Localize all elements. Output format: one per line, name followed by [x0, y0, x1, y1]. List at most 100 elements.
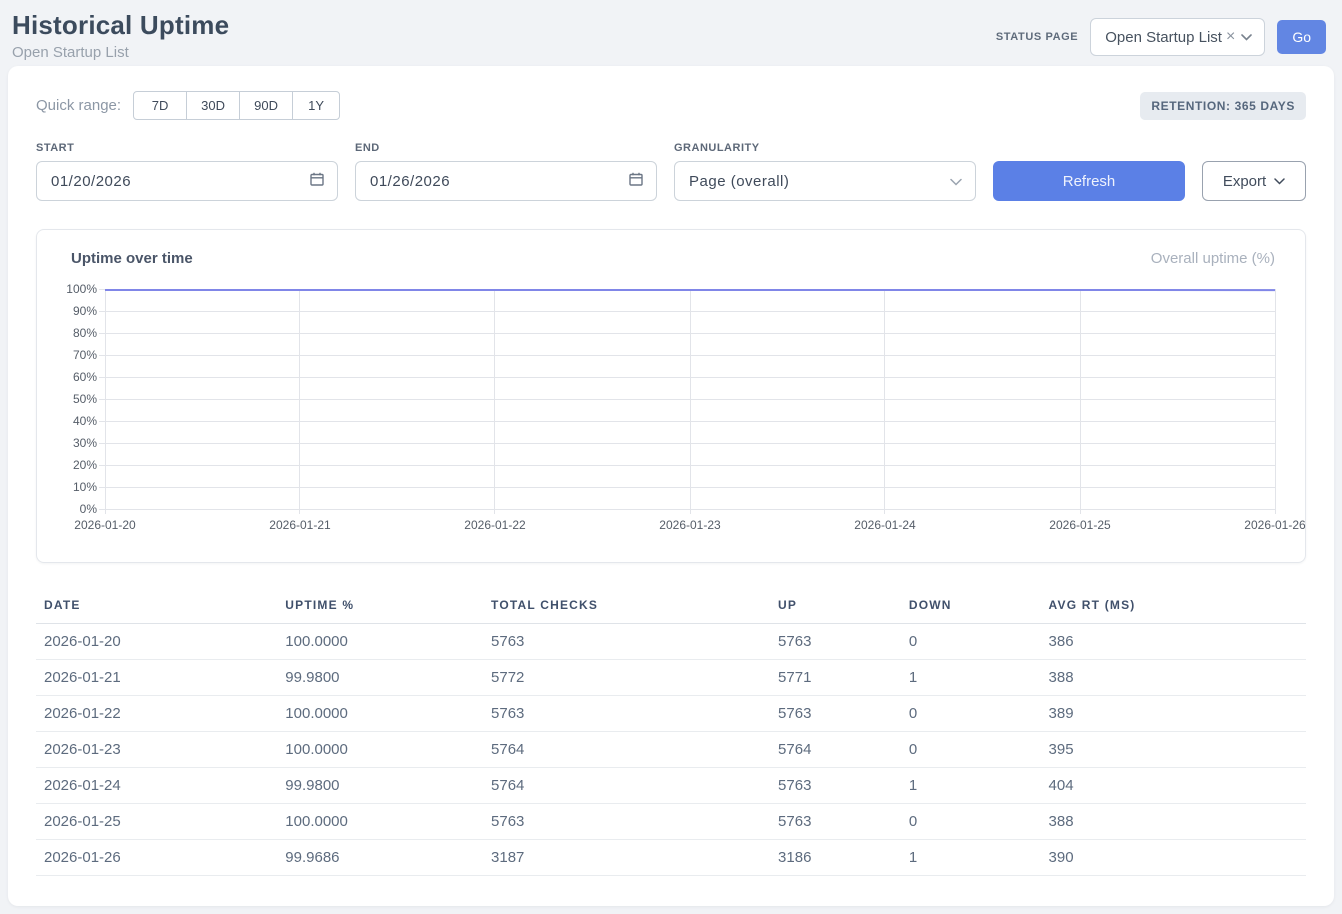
- uptime-line-series: [105, 289, 1275, 509]
- chart-plot-area: [105, 289, 1275, 509]
- table-body: 2026-01-20100.00005763576303862026-01-21…: [36, 624, 1306, 876]
- chart-x-axis: 2026-01-202026-01-212026-01-222026-01-23…: [105, 516, 1275, 538]
- table-cell: 5763: [770, 804, 901, 840]
- table-row: 2026-01-25100.0000576357630388: [36, 804, 1306, 840]
- table-cell: 5763: [770, 624, 901, 660]
- chevron-down-icon: [1241, 34, 1252, 41]
- y-axis-tick-label: 50%: [73, 392, 97, 406]
- table-cell: 5772: [483, 660, 770, 696]
- end-date-label: END: [355, 142, 657, 154]
- table-row: 2026-01-20100.0000576357630386: [36, 624, 1306, 660]
- start-date-group: START 01/20/2026: [36, 142, 338, 201]
- table-cell: 386: [1041, 624, 1306, 660]
- table-cell: 0: [901, 804, 1041, 840]
- chart-body: 100%90%80%70%60%50%40%30%20%10%0%: [61, 289, 1275, 509]
- quick-range-30d[interactable]: 30D: [186, 91, 240, 120]
- table-cell: 2026-01-22: [36, 696, 277, 732]
- chevron-down-icon: [950, 178, 961, 185]
- x-axis-tick-label: 2026-01-20: [74, 518, 135, 532]
- table-cell: 388: [1041, 660, 1306, 696]
- table-cell: 2026-01-26: [36, 840, 277, 876]
- retention-badge: RETENTION: 365 DAYS: [1140, 92, 1306, 120]
- quick-range-1y[interactable]: 1Y: [292, 91, 340, 120]
- table-cell: 5764: [483, 732, 770, 768]
- quick-range-7d[interactable]: 7D: [133, 91, 187, 120]
- table-cell: 389: [1041, 696, 1306, 732]
- filters-row: START 01/20/2026 END 01/26/2026 GRANULAR…: [36, 142, 1306, 201]
- table-header-row: DATEUPTIME %TOTAL CHECKSUPDOWNAVG RT (MS…: [36, 589, 1306, 624]
- table-cell: 5764: [483, 768, 770, 804]
- end-date-input[interactable]: 01/26/2026: [355, 161, 657, 201]
- status-page-selected-value: Open Startup List: [1105, 29, 1222, 46]
- y-axis-tick-label: 0%: [80, 502, 97, 516]
- table-cell: 1: [901, 660, 1041, 696]
- page-title: Historical Uptime: [12, 10, 229, 41]
- header-controls: STATUS PAGE Open Startup List × Go: [996, 18, 1326, 56]
- table-cell: 395: [1041, 732, 1306, 768]
- granularity-select[interactable]: Page (overall): [674, 161, 976, 201]
- table-cell: 99.9800: [277, 660, 483, 696]
- table-cell: 2026-01-21: [36, 660, 277, 696]
- table-cell: 5763: [483, 696, 770, 732]
- table-column-header: AVG RT (MS): [1041, 589, 1306, 624]
- quick-range-label: Quick range:: [36, 97, 121, 114]
- status-page-select[interactable]: Open Startup List ×: [1090, 18, 1265, 56]
- table-cell: 3186: [770, 840, 901, 876]
- y-axis-tick-label: 30%: [73, 436, 97, 450]
- x-axis-tick-label: 2026-01-25: [1049, 518, 1110, 532]
- status-page-label: STATUS PAGE: [996, 31, 1078, 43]
- refresh-button[interactable]: Refresh: [993, 161, 1185, 201]
- clear-selection-icon[interactable]: ×: [1226, 29, 1235, 45]
- table-cell: 2026-01-20: [36, 624, 277, 660]
- table-row: 2026-01-2199.9800577257711388: [36, 660, 1306, 696]
- y-axis-tick-label: 20%: [73, 458, 97, 472]
- x-axis-tick-label: 2026-01-24: [854, 518, 915, 532]
- go-button[interactable]: Go: [1277, 20, 1326, 54]
- table-cell: 1: [901, 768, 1041, 804]
- end-date-group: END 01/26/2026: [355, 142, 657, 201]
- chart-legend: Overall uptime (%): [1151, 250, 1275, 267]
- table-column-header: UP: [770, 589, 901, 624]
- x-axis-tick-label: 2026-01-23: [659, 518, 720, 532]
- table-cell: 1: [901, 840, 1041, 876]
- y-axis-tick-label: 90%: [73, 304, 97, 318]
- x-axis-tick-label: 2026-01-26: [1244, 518, 1305, 532]
- table-cell: 3187: [483, 840, 770, 876]
- granularity-group: GRANULARITY Page (overall): [674, 142, 976, 201]
- table-cell: 99.9800: [277, 768, 483, 804]
- calendar-icon[interactable]: [628, 171, 644, 192]
- start-date-value: 01/20/2026: [51, 173, 131, 190]
- table-cell: 390: [1041, 840, 1306, 876]
- chart-title: Uptime over time: [61, 250, 193, 267]
- table-cell: 100.0000: [277, 804, 483, 840]
- toolbar-row: Quick range: 7D30D90D1Y RETENTION: 365 D…: [36, 91, 1306, 120]
- table-cell: 0: [901, 696, 1041, 732]
- uptime-table: DATEUPTIME %TOTAL CHECKSUPDOWNAVG RT (MS…: [36, 589, 1306, 876]
- table-cell: 5763: [483, 624, 770, 660]
- table-cell: 5771: [770, 660, 901, 696]
- x-axis-tick-label: 2026-01-22: [464, 518, 525, 532]
- export-button-label: Export: [1223, 173, 1266, 190]
- table-column-header: UPTIME %: [277, 589, 483, 624]
- granularity-value: Page (overall): [689, 173, 789, 190]
- table-cell: 5763: [483, 804, 770, 840]
- table-cell: 5763: [770, 768, 901, 804]
- table-cell: 5763: [770, 696, 901, 732]
- y-axis-tick-label: 60%: [73, 370, 97, 384]
- start-date-label: START: [36, 142, 338, 154]
- start-date-input[interactable]: 01/20/2026: [36, 161, 338, 201]
- calendar-icon[interactable]: [309, 171, 325, 192]
- page-heading-block: Historical Uptime Open Startup List: [12, 10, 229, 61]
- table-cell: 100.0000: [277, 624, 483, 660]
- table-row: 2026-01-2699.9686318731861390: [36, 840, 1306, 876]
- quick-range-group: Quick range: 7D30D90D1Y: [36, 91, 340, 120]
- chevron-down-icon: [1274, 178, 1285, 185]
- table-cell: 100.0000: [277, 696, 483, 732]
- quick-range-90d[interactable]: 90D: [239, 91, 293, 120]
- quick-range-buttons: 7D30D90D1Y: [133, 91, 340, 120]
- y-axis-tick-label: 10%: [73, 480, 97, 494]
- y-axis-tick-label: 80%: [73, 326, 97, 340]
- end-date-value: 01/26/2026: [370, 173, 450, 190]
- table-row: 2026-01-2499.9800576457631404: [36, 768, 1306, 804]
- export-button[interactable]: Export: [1202, 161, 1306, 201]
